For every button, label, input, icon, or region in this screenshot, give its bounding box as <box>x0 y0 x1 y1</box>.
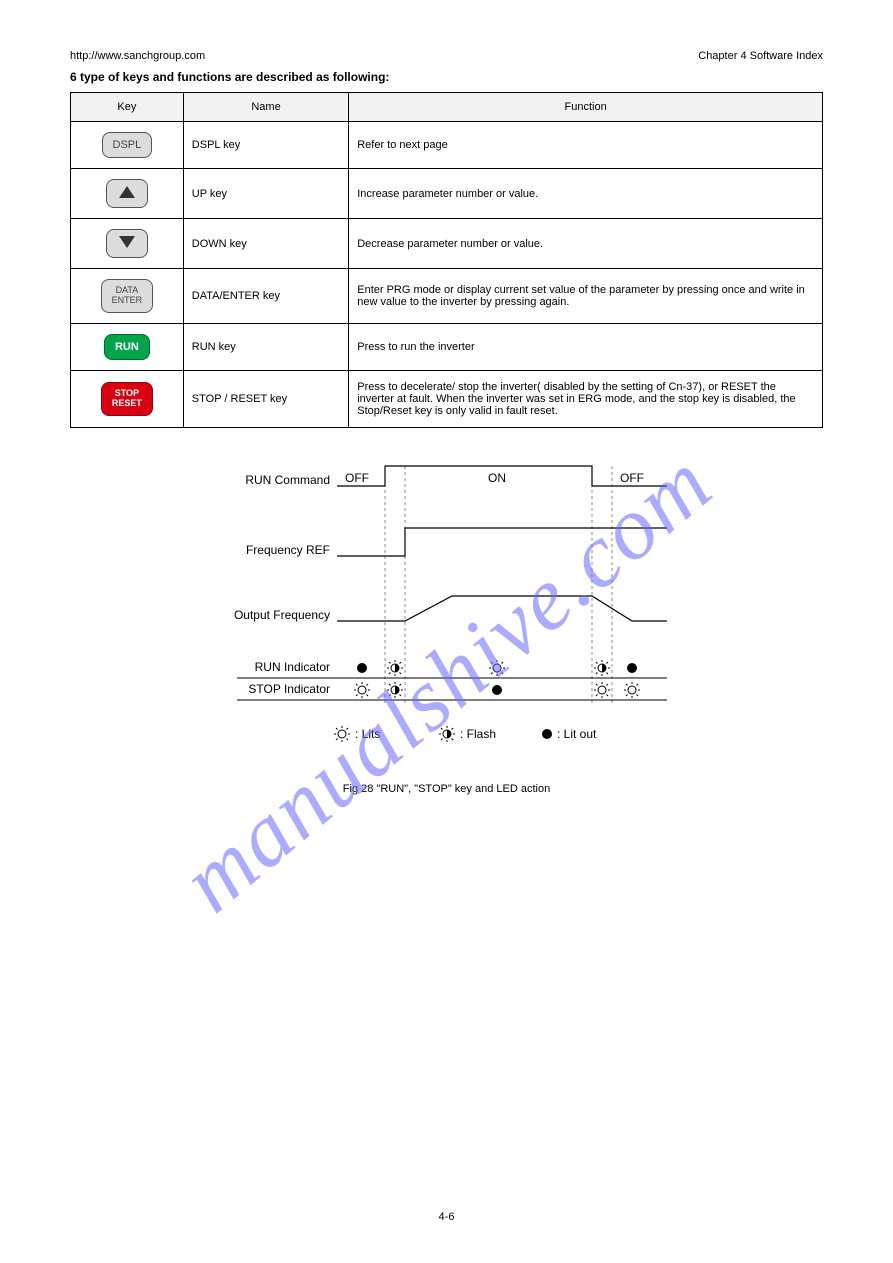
label-off-right: OFF <box>620 471 644 485</box>
section-heading: 6 type of keys and functions are describ… <box>70 70 823 84</box>
triangle-down-icon <box>119 236 135 248</box>
timing-diagram-svg: RUN Command OFF ON OFF Frequency REF Out… <box>207 446 687 766</box>
legend-lits: Lits <box>361 727 380 741</box>
func-cell: Press to decelerate/ stop the inverter( … <box>349 371 823 428</box>
th-name: Name <box>183 93 348 122</box>
page-header: http://www.sanchgroup.com Chapter 4 Soft… <box>70 50 823 62</box>
timing-diagram: RUN Command OFF ON OFF Frequency REF Out… <box>70 446 823 771</box>
key-up-cell <box>71 169 184 219</box>
legend-row: : Lits : Flash : Lit out <box>334 726 597 742</box>
label-stop-indicator: STOP Indicator <box>248 682 330 696</box>
svg-text:: Lits: : Lits <box>355 727 380 741</box>
name-cell: DATA/ENTER key <box>183 269 348 324</box>
key-stop-reset-cell: STOP RESET <box>71 371 184 428</box>
name-cell: DSPL key <box>183 122 348 169</box>
label-frequency-ref: Frequency REF <box>245 543 329 557</box>
name-cell: STOP / RESET key <box>183 371 348 428</box>
legend-lits-icon <box>334 726 350 742</box>
key-run-cell: RUN <box>71 324 184 371</box>
name-cell: RUN key <box>183 324 348 371</box>
table-row: DATA ENTER DATA/ENTER key Enter PRG mode… <box>71 269 823 324</box>
legend-litout: Lit out <box>563 727 596 741</box>
func-cell: Decrease parameter number or value. <box>349 219 823 269</box>
svg-text:: Flash: : Flash <box>460 727 496 741</box>
run-indicator-row <box>357 660 637 676</box>
func-cell: Increase parameter number or value. <box>349 169 823 219</box>
up-arrow-key-icon <box>106 179 148 208</box>
name-cell: DOWN key <box>183 219 348 269</box>
label-on: ON <box>488 471 506 485</box>
label-output-frequency: Output Frequency <box>233 608 329 622</box>
key-dspl-cell: DSPL <box>71 122 184 169</box>
table-header-row: Key Name Function <box>71 93 823 122</box>
legend-litout-icon <box>542 729 552 739</box>
label-run-indicator: RUN Indicator <box>254 660 329 674</box>
triangle-up-icon <box>119 186 135 198</box>
run-key-icon: RUN <box>104 334 150 360</box>
table-row: DOWN key Decrease parameter number or va… <box>71 219 823 269</box>
sun-flash-icon <box>391 664 399 672</box>
key-down-cell <box>71 219 184 269</box>
th-key: Key <box>71 93 184 122</box>
func-cell: Refer to next page <box>349 122 823 169</box>
keys-table: Key Name Function DSPL DSPL key Refer to… <box>70 92 823 428</box>
table-row: UP key Increase parameter number or valu… <box>71 169 823 219</box>
label-run-command: RUN Command <box>245 473 330 487</box>
legend-flash: Flash <box>466 727 495 741</box>
stop-indicator-row <box>354 682 640 698</box>
stop-reset-key-icon: STOP RESET <box>101 382 153 416</box>
header-right-chapter: Chapter 4 Software Index <box>698 50 823 62</box>
data-enter-key-icon: DATA ENTER <box>101 279 154 313</box>
page-body: http://www.sanchgroup.com Chapter 4 Soft… <box>0 0 893 795</box>
page-number: 4-6 <box>0 1211 893 1223</box>
key-data-enter-cell: DATA ENTER <box>71 269 184 324</box>
table-row: DSPL DSPL key Refer to next page <box>71 122 823 169</box>
table-row: STOP RESET STOP / RESET key Press to dec… <box>71 371 823 428</box>
legend-flash-icon <box>439 726 455 742</box>
func-cell: Press to run the inverter <box>349 324 823 371</box>
header-left-url: http://www.sanchgroup.com <box>70 50 205 62</box>
figure-caption: Fig 28 "RUN", "STOP" key and LED action <box>70 783 823 795</box>
svg-text:: Lit out: : Lit out <box>557 727 597 741</box>
name-cell: UP key <box>183 169 348 219</box>
dspl-key-icon: DSPL <box>102 132 153 158</box>
table-row: RUN RUN key Press to run the inverter <box>71 324 823 371</box>
label-off-left: OFF <box>345 471 369 485</box>
down-arrow-key-icon <box>106 229 148 258</box>
func-cell: Enter PRG mode or display current set va… <box>349 269 823 324</box>
sun-lits-icon <box>489 660 505 676</box>
th-func: Function <box>349 93 823 122</box>
